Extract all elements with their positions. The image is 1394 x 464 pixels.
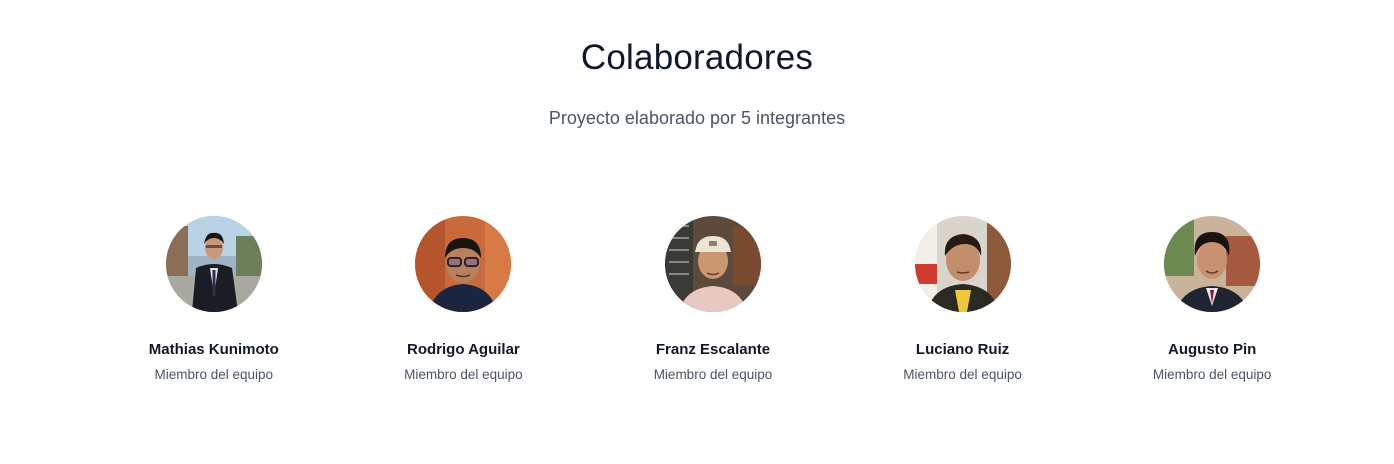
member-role: Miembro del equipo bbox=[903, 367, 1022, 382]
member-name: Augusto Pin bbox=[1168, 341, 1257, 358]
member-avatar bbox=[664, 216, 761, 312]
team-member-card: Franz Escalante Miembro del equipo bbox=[588, 216, 838, 382]
member-role: Miembro del equipo bbox=[1152, 367, 1272, 382]
member-name: Rodrigo Aguilar bbox=[407, 341, 520, 358]
member-avatar bbox=[415, 216, 512, 312]
team-member-card: Luciano Ruiz Miembro del equipo bbox=[838, 216, 1088, 382]
member-role: Miembro del equipo bbox=[404, 367, 523, 382]
member-avatar bbox=[165, 216, 262, 312]
member-role: Miembro del equipo bbox=[653, 367, 773, 382]
section-subtitle: Proyecto elaborado por 5 integrantes bbox=[548, 108, 846, 128]
member-avatar bbox=[1164, 216, 1261, 312]
team-member-card: Augusto Pin Miembro del equipo bbox=[1087, 216, 1337, 382]
team-member-card: Mathias Kunimoto Miembro del equipo bbox=[89, 216, 339, 382]
team-list: Mathias Kunimoto Miembro del equipo Rodr… bbox=[89, 216, 1337, 382]
member-name: Franz Escalante bbox=[655, 341, 771, 358]
member-role: Miembro del equipo bbox=[154, 367, 274, 382]
member-name: Mathias Kunimoto bbox=[148, 341, 279, 358]
member-name: Luciano Ruiz bbox=[915, 341, 1010, 358]
section-title: Colaboradores bbox=[580, 38, 814, 77]
collaborators-section: Colaboradores Proyecto elaborado por 5 i… bbox=[0, 0, 1394, 464]
team-member-card: Rodrigo Aguilar Miembro del equipo bbox=[339, 216, 589, 382]
member-avatar bbox=[914, 216, 1011, 312]
